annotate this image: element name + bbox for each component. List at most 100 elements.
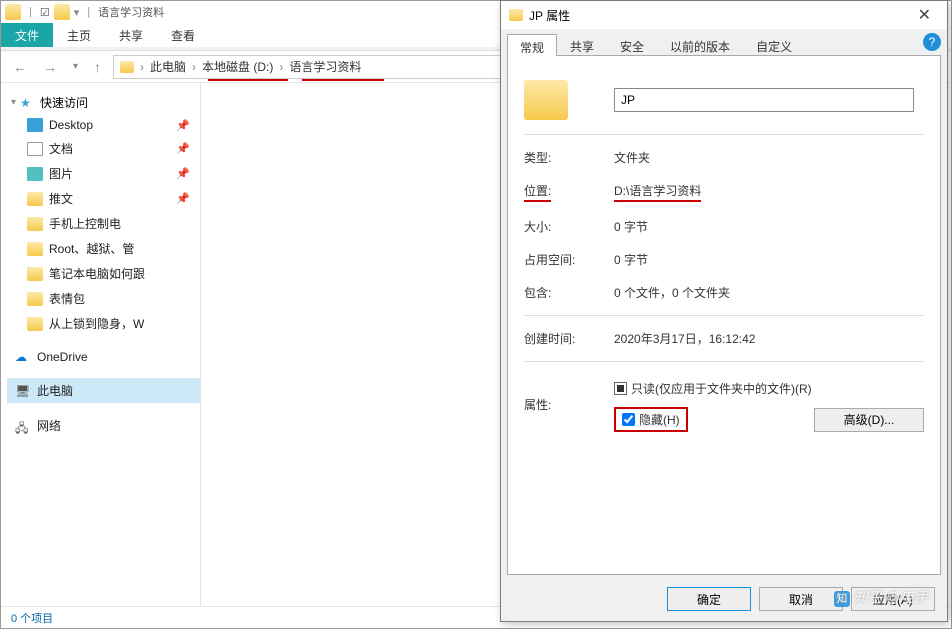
properties-dialog: JP 属性 ✕ ? 常规 共享 安全 以前的版本 自定义 类型:文件夹 位置:D… <box>500 0 948 622</box>
breadcrumb-icon <box>120 61 134 73</box>
separator <box>524 361 924 362</box>
sidebar-item-label: 手机上控制电 <box>49 215 121 232</box>
dialog-title: JP 属性 <box>529 7 570 24</box>
label-type: 类型: <box>524 149 614 166</box>
label-attributes: 属性: <box>524 396 614 413</box>
annotation-underline <box>302 79 384 81</box>
folder-icon <box>27 292 43 306</box>
qat-separator: | <box>29 6 32 18</box>
label-size: 大小: <box>524 218 614 235</box>
cancel-button[interactable]: 取消 <box>759 587 843 611</box>
sidebar-this-pc[interactable]: 🖥 此电脑 <box>7 378 200 403</box>
value-contains: 0 个文件，0 个文件夹 <box>614 284 924 301</box>
value-type: 文件夹 <box>614 149 924 166</box>
folder-icon <box>27 317 43 331</box>
qat-separator: | <box>87 6 90 18</box>
sidebar-item-label: 此电脑 <box>37 382 73 399</box>
sidebar-item-label: 网络 <box>37 417 61 434</box>
nav-history-icon[interactable]: ▾ <box>69 59 82 74</box>
sidebar-item[interactable]: 表情包 <box>7 286 200 311</box>
pin-icon: 📌 <box>176 192 190 205</box>
cloud-icon: ☁ <box>15 350 31 364</box>
qat-overflow-icon[interactable]: ▾ <box>74 6 80 19</box>
breadcrumb-drive[interactable]: 本地磁盘 (D:) <box>202 58 273 75</box>
app-icon <box>5 4 21 20</box>
star-icon: ★ <box>20 96 36 110</box>
readonly-checkbox[interactable]: 只读(仅应用于文件夹中的文件)(R) <box>614 376 924 401</box>
sidebar-item[interactable]: 推文 📌 <box>7 186 200 211</box>
label-size-on-disk: 占用空间: <box>524 251 614 268</box>
dialog-tabs: 常规 共享 安全 以前的版本 自定义 <box>501 29 947 55</box>
dialog-titlebar: JP 属性 ✕ <box>501 1 947 29</box>
value-created: 2020年3月17日，16:12:42 <box>614 330 924 347</box>
folder-icon <box>27 267 43 281</box>
quick-access-toolbar: | ☑ ▾ | 语言学习资料 <box>5 4 164 20</box>
folder-large-icon <box>524 80 568 120</box>
ribbon-tab-home[interactable]: 主页 <box>53 23 105 47</box>
tab-share[interactable]: 共享 <box>557 33 607 55</box>
tab-general[interactable]: 常规 <box>507 34 557 56</box>
chevron-icon: ▾ <box>11 97 16 108</box>
network-icon: 🖧 <box>15 419 31 433</box>
sidebar-item[interactable]: 文档📌 <box>7 136 200 161</box>
separator <box>524 315 924 316</box>
pin-icon: 📌 <box>176 142 190 155</box>
pic-icon <box>27 167 43 181</box>
sidebar-item[interactable]: Root、越狱、管 <box>7 236 200 261</box>
pin-icon: 📌 <box>176 119 190 132</box>
nav-pane: ▾ ★ 快速访问 Desktop📌文档📌图片📌推文📌手机上控制电Root、越狱、… <box>1 83 201 606</box>
annotation-underline <box>208 79 288 81</box>
hidden-label: 隐藏(H) <box>639 411 680 428</box>
hidden-checkbox-highlight: 隐藏(H) <box>614 407 688 432</box>
advanced-button[interactable]: 高级(D)... <box>814 408 924 432</box>
nav-fwd-icon[interactable]: → <box>39 57 61 77</box>
label-contains: 包含: <box>524 284 614 301</box>
ok-button[interactable]: 确定 <box>667 587 751 611</box>
label-created: 创建时间: <box>524 330 614 347</box>
readonly-label: 只读(仅应用于文件夹中的文件)(R) <box>631 380 812 397</box>
chevron-right-icon[interactable]: › <box>190 60 198 74</box>
tab-custom[interactable]: 自定义 <box>743 33 805 55</box>
ribbon-tab-view[interactable]: 查看 <box>157 23 209 47</box>
sidebar-item[interactable]: 笔记本电脑如何跟 <box>7 261 200 286</box>
sidebar-item[interactable]: 图片📌 <box>7 161 200 186</box>
sidebar-item[interactable]: 手机上控制电 <box>7 211 200 236</box>
tab-security[interactable]: 安全 <box>607 33 657 55</box>
value-location: D:\语言学习资料 <box>614 182 924 202</box>
pc-icon: 🖥 <box>15 384 31 398</box>
breadcrumb-this-pc[interactable]: 此电脑 <box>150 58 186 75</box>
chevron-right-icon[interactable]: › <box>138 60 146 74</box>
hidden-checkbox-input[interactable] <box>622 413 635 426</box>
tab-previous-versions[interactable]: 以前的版本 <box>657 33 743 55</box>
watermark: 知知乎 @电手 <box>834 587 928 607</box>
sidebar-quick-access[interactable]: ▾ ★ 快速访问 <box>7 91 200 114</box>
sidebar-onedrive[interactable]: ☁ OneDrive <box>7 346 200 368</box>
close-button[interactable]: ✕ <box>910 3 939 27</box>
value-size: 0 字节 <box>614 218 924 235</box>
sidebar-item[interactable]: 从上锁到隐身，W <box>7 311 200 336</box>
breadcrumb-folder[interactable]: 语言学习资料 <box>289 58 361 75</box>
sidebar-item[interactable]: Desktop 📌 <box>7 114 200 136</box>
doc-icon <box>27 142 43 156</box>
window-title: 语言学习资料 <box>98 4 164 20</box>
value-size-on-disk: 0 字节 <box>614 251 924 268</box>
sidebar-network[interactable]: 🖧 网络 <box>7 413 200 438</box>
sidebar-item-label: 推文 <box>49 190 73 207</box>
readonly-checkbox-input[interactable] <box>614 382 627 395</box>
folder-icon <box>509 9 523 21</box>
qat-check-icon[interactable]: ☑ <box>40 6 50 19</box>
pin-icon: 📌 <box>176 167 190 180</box>
ribbon-tab-file[interactable]: 文件 <box>1 23 53 47</box>
sidebar-item-label: 笔记本电脑如何跟 <box>49 265 145 282</box>
nav-back-icon[interactable]: ← <box>9 57 31 77</box>
ribbon-tab-share[interactable]: 共享 <box>105 23 157 47</box>
sidebar-item-label: 表情包 <box>49 290 85 307</box>
chevron-right-icon[interactable]: › <box>277 60 285 74</box>
qat-folder-icon[interactable] <box>54 4 70 20</box>
folder-name-input[interactable] <box>614 88 914 112</box>
sidebar-item-label: Root、越狱、管 <box>49 240 134 257</box>
help-icon[interactable]: ? <box>923 33 941 51</box>
sidebar-item-label: Desktop <box>49 118 93 132</box>
nav-up-icon[interactable]: ↑ <box>90 57 105 77</box>
label-location: 位置: <box>524 182 614 202</box>
